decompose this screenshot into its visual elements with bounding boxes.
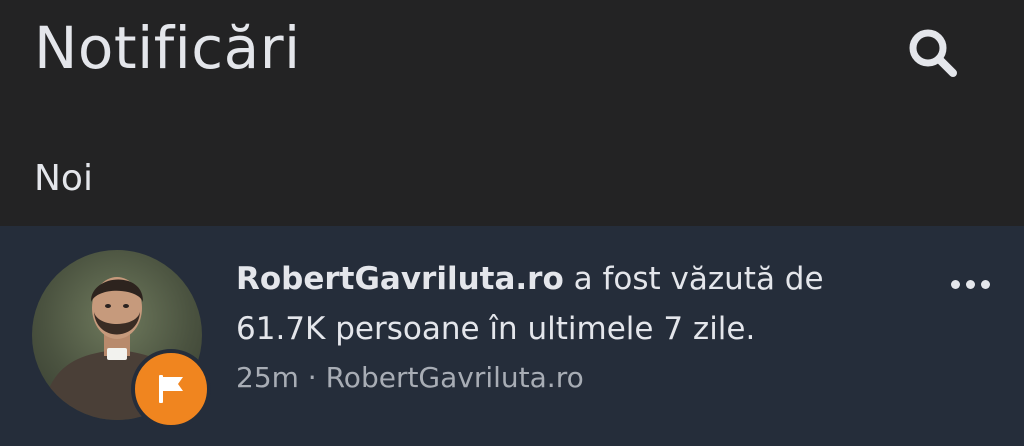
more-options-button[interactable]: [938, 262, 1002, 306]
search-button[interactable]: [898, 18, 968, 88]
more-horizontal-icon: [950, 279, 960, 289]
section-title: Noi: [34, 158, 93, 199]
page-badge: [131, 349, 211, 429]
notification-meta: 25m · RobertGavriluta.ro: [236, 358, 584, 398]
notification-source: RobertGavriluta.ro: [325, 361, 584, 394]
notification-item[interactable]: RobertGavriluta.ro a fost văzută de 61.7…: [0, 226, 1024, 446]
notification-time: 25m: [236, 361, 299, 394]
search-icon: [909, 29, 957, 77]
more-dot: [965, 279, 975, 289]
page-title: Notificări: [34, 14, 301, 82]
meta-separator: ·: [298, 361, 326, 394]
notification-message-1: a fost văzută de: [563, 261, 824, 297]
notification-message-2: 61.7K persoane în ultimele 7 zile.: [236, 311, 756, 347]
more-dot: [980, 279, 990, 289]
page-name: RobertGavriluta.ro: [236, 261, 564, 297]
flag-icon: [159, 375, 183, 403]
notifications-screen: Notificări Noi RobertGavriluta.ro a fost…: [0, 0, 1024, 446]
header: Notificări: [0, 0, 1024, 120]
notification-text: RobertGavriluta.ro a fost văzută de 61.7…: [236, 254, 886, 354]
